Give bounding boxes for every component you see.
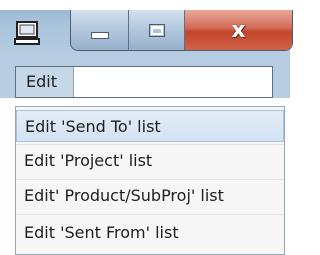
edit-menu[interactable]: Edit [15, 66, 273, 98]
minimize-icon [90, 31, 109, 39]
edit-menu-label[interactable]: Edit [16, 67, 74, 97]
minimize-button[interactable] [71, 10, 129, 50]
maximize-button[interactable] [129, 10, 185, 50]
menu-separator [16, 214, 284, 215]
close-button[interactable]: x [185, 10, 292, 50]
caption-buttons: x [70, 10, 293, 51]
close-icon: x [231, 17, 246, 43]
edit-dropdown-menu: Edit 'Send To' list Edit 'Project' list … [15, 106, 285, 255]
maximize-icon [148, 23, 165, 37]
computer-icon[interactable] [14, 20, 40, 46]
menu-item-edit-send-to[interactable]: Edit 'Send To' list [16, 110, 284, 142]
menu-item-edit-project[interactable]: Edit 'Project' list [16, 145, 284, 177]
menu-item-edit-product-subproj[interactable]: Edit' Product/SubProj' list [16, 180, 284, 212]
title-bar: x [0, 0, 293, 58]
menu-item-edit-sent-from[interactable]: Edit 'Sent From' list [16, 217, 284, 249]
top-edge [0, 0, 290, 10]
